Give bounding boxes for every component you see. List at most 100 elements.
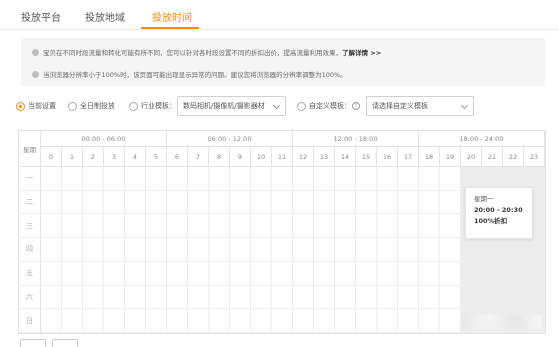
hour-column-header[interactable]: 14	[335, 147, 356, 167]
time-slot-cell[interactable]	[335, 238, 356, 262]
time-slot-cell[interactable]	[293, 167, 314, 191]
time-slot-cell[interactable]	[104, 238, 125, 262]
hour-column-header[interactable]: 12	[293, 147, 314, 167]
time-slot-cell[interactable]	[167, 190, 188, 215]
time-slot-cell[interactable]	[440, 238, 461, 262]
hour-column-header[interactable]: 9	[230, 147, 251, 167]
hour-column-header[interactable]: 17	[398, 147, 419, 167]
hour-column-header[interactable]: 21	[482, 147, 503, 167]
tab-region[interactable]: 投放地域	[85, 9, 125, 24]
hour-column-header[interactable]: 4	[125, 147, 146, 167]
day-row-label[interactable]: 一	[19, 167, 41, 191]
time-slot-cell[interactable]	[482, 261, 503, 286]
time-slot-cell[interactable]	[461, 261, 482, 286]
time-slot-cell[interactable]	[377, 309, 398, 333]
time-slot-cell[interactable]	[356, 285, 377, 310]
time-slot-cell[interactable]	[62, 285, 83, 310]
time-slot-cell[interactable]	[377, 238, 398, 262]
day-row-label[interactable]: 六	[19, 285, 41, 310]
time-slot-cell[interactable]	[104, 214, 125, 239]
time-slot-cell[interactable]	[41, 238, 62, 262]
time-slot-cell[interactable]	[167, 214, 188, 239]
time-slot-cell[interactable]	[188, 309, 209, 333]
time-slot-cell[interactable]	[188, 238, 209, 262]
time-slot-cell[interactable]	[83, 214, 104, 239]
time-slot-cell[interactable]	[167, 238, 188, 262]
time-slot-cell[interactable]	[83, 238, 104, 262]
time-slot-cell[interactable]	[146, 261, 167, 286]
time-slot-cell[interactable]	[272, 309, 293, 333]
hour-column-header[interactable]: 5	[146, 147, 167, 167]
hour-column-header[interactable]: 18	[419, 147, 440, 167]
time-slot-cell[interactable]	[419, 214, 440, 239]
radio-industry-template[interactable]: 行业模板：	[129, 96, 176, 116]
time-slot-cell[interactable]	[83, 285, 104, 310]
time-slot-cell[interactable]	[188, 261, 209, 286]
hour-column-header[interactable]: 1	[62, 147, 83, 167]
tab-schedule[interactable]: 投放时间	[152, 9, 192, 24]
time-slot-cell[interactable]	[62, 261, 83, 286]
time-slot-cell[interactable]	[251, 309, 272, 333]
time-slot-cell[interactable]	[251, 190, 272, 215]
hour-column-header[interactable]: 11	[272, 147, 293, 167]
time-slot-cell[interactable]	[314, 261, 335, 286]
radio-current-setting[interactable]: 当前设置	[16, 96, 56, 116]
time-slot-cell[interactable]	[314, 309, 335, 333]
time-slot-cell[interactable]	[167, 261, 188, 286]
time-slot-cell[interactable]	[524, 285, 545, 310]
time-slot-cell[interactable]	[230, 167, 251, 191]
time-slot-cell[interactable]	[314, 190, 335, 215]
time-slot-cell[interactable]	[293, 285, 314, 310]
time-slot-cell[interactable]	[482, 238, 503, 262]
time-slot-cell[interactable]	[167, 167, 188, 191]
time-slot-cell[interactable]	[188, 190, 209, 215]
time-slot-cell[interactable]	[251, 238, 272, 262]
hour-column-header[interactable]: 2	[83, 147, 104, 167]
time-slot-cell[interactable]	[293, 214, 314, 239]
hour-column-header[interactable]: 7	[188, 147, 209, 167]
time-slot-cell[interactable]	[398, 167, 419, 191]
time-slot-cell[interactable]	[41, 190, 62, 215]
time-slot-cell[interactable]	[356, 214, 377, 239]
time-slot-cell[interactable]	[398, 214, 419, 239]
time-slot-cell[interactable]	[104, 285, 125, 310]
time-slot-cell[interactable]	[209, 190, 230, 215]
time-slot-cell[interactable]	[461, 238, 482, 262]
time-slot-cell[interactable]	[146, 167, 167, 191]
time-slot-cell[interactable]	[251, 285, 272, 310]
time-slot-cell[interactable]	[41, 309, 62, 333]
time-slot-cell[interactable]	[251, 261, 272, 286]
time-slot-cell[interactable]	[230, 261, 251, 286]
time-slot-cell[interactable]	[503, 261, 524, 286]
time-slot-cell[interactable]	[335, 285, 356, 310]
time-slot-cell[interactable]	[440, 285, 461, 310]
time-slot-cell[interactable]	[41, 261, 62, 286]
time-slot-cell[interactable]	[230, 214, 251, 239]
time-slot-cell[interactable]	[41, 285, 62, 310]
time-slot-cell[interactable]	[335, 261, 356, 286]
time-slot-cell[interactable]	[146, 190, 167, 215]
time-slot-cell[interactable]	[125, 214, 146, 239]
time-slot-cell[interactable]	[146, 214, 167, 239]
radio-custom-template[interactable]: 自定义模板： ?	[297, 96, 360, 116]
time-slot-cell[interactable]	[209, 214, 230, 239]
time-slot-cell[interactable]	[188, 285, 209, 310]
time-slot-cell[interactable]	[314, 214, 335, 239]
hour-column-header[interactable]: 20	[461, 147, 482, 167]
time-slot-cell[interactable]	[62, 309, 83, 333]
time-slot-cell[interactable]	[272, 285, 293, 310]
time-slot-cell[interactable]	[461, 285, 482, 310]
industry-template-select[interactable]: 数码相机/摄像机/摄影器材	[177, 96, 286, 116]
time-slot-cell[interactable]	[104, 261, 125, 286]
time-slot-cell[interactable]	[188, 167, 209, 191]
time-slot-cell[interactable]	[335, 167, 356, 191]
time-slot-cell[interactable]	[146, 309, 167, 333]
day-row-label[interactable]: 三	[19, 214, 41, 239]
time-slot-cell[interactable]	[356, 309, 377, 333]
time-slot-cell[interactable]	[83, 261, 104, 286]
time-slot-cell[interactable]	[398, 309, 419, 333]
hour-column-header[interactable]: 22	[503, 147, 524, 167]
time-slot-cell[interactable]	[272, 214, 293, 239]
hour-column-header[interactable]: 13	[314, 147, 335, 167]
time-slot-cell[interactable]	[356, 261, 377, 286]
